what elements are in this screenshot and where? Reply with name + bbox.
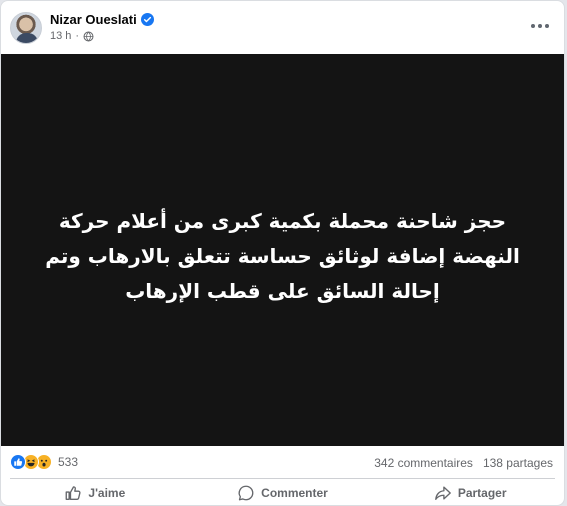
- verified-badge-icon: [140, 13, 154, 26]
- share-button-label: Partager: [457, 486, 507, 500]
- post-meta: 13 h ·: [50, 30, 94, 42]
- like-button[interactable]: J'aime: [1, 479, 189, 505]
- share-button[interactable]: Partager: [376, 479, 564, 505]
- comment-button-label: Commenter: [261, 486, 328, 500]
- comment-icon: [238, 485, 254, 501]
- comments-count[interactable]: 342 commentaires: [374, 456, 473, 470]
- post-card: Nizar Oueslati 13 h · حجز شاحنة محملة بك…: [0, 0, 565, 506]
- author-row: Nizar Oueslati: [50, 12, 154, 27]
- post-stats: 533 342 commentaires 138 partages: [1, 446, 564, 479]
- post-media[interactable]: حجز شاحنة محملة بكمية كبرى من أعلام حركة…: [1, 54, 564, 446]
- engagement-counts: 342 commentaires 138 partages: [374, 456, 553, 470]
- author-avatar[interactable]: [10, 12, 42, 44]
- reaction-count: 533: [58, 455, 79, 469]
- author-name[interactable]: Nizar Oueslati: [50, 12, 137, 27]
- post-text: حجز شاحنة محملة بكمية كبرى من أعلام حركة…: [45, 209, 520, 303]
- post-actions: J'aime Commenter Partager: [1, 479, 564, 505]
- reactions-summary[interactable]: 533: [10, 454, 78, 470]
- comment-button[interactable]: Commenter: [189, 479, 377, 505]
- share-icon: [434, 486, 451, 500]
- meta-separator: ·: [75, 30, 80, 42]
- post-header: Nizar Oueslati 13 h ·: [1, 1, 564, 54]
- like-reaction-icon: [10, 454, 26, 470]
- more-options-icon[interactable]: [530, 18, 550, 34]
- like-button-label: J'aime: [88, 486, 126, 500]
- globe-icon: [83, 31, 94, 41]
- post-time[interactable]: 13 h: [50, 30, 71, 42]
- shares-count[interactable]: 138 partages: [483, 456, 553, 470]
- thumbs-up-icon: [65, 486, 81, 500]
